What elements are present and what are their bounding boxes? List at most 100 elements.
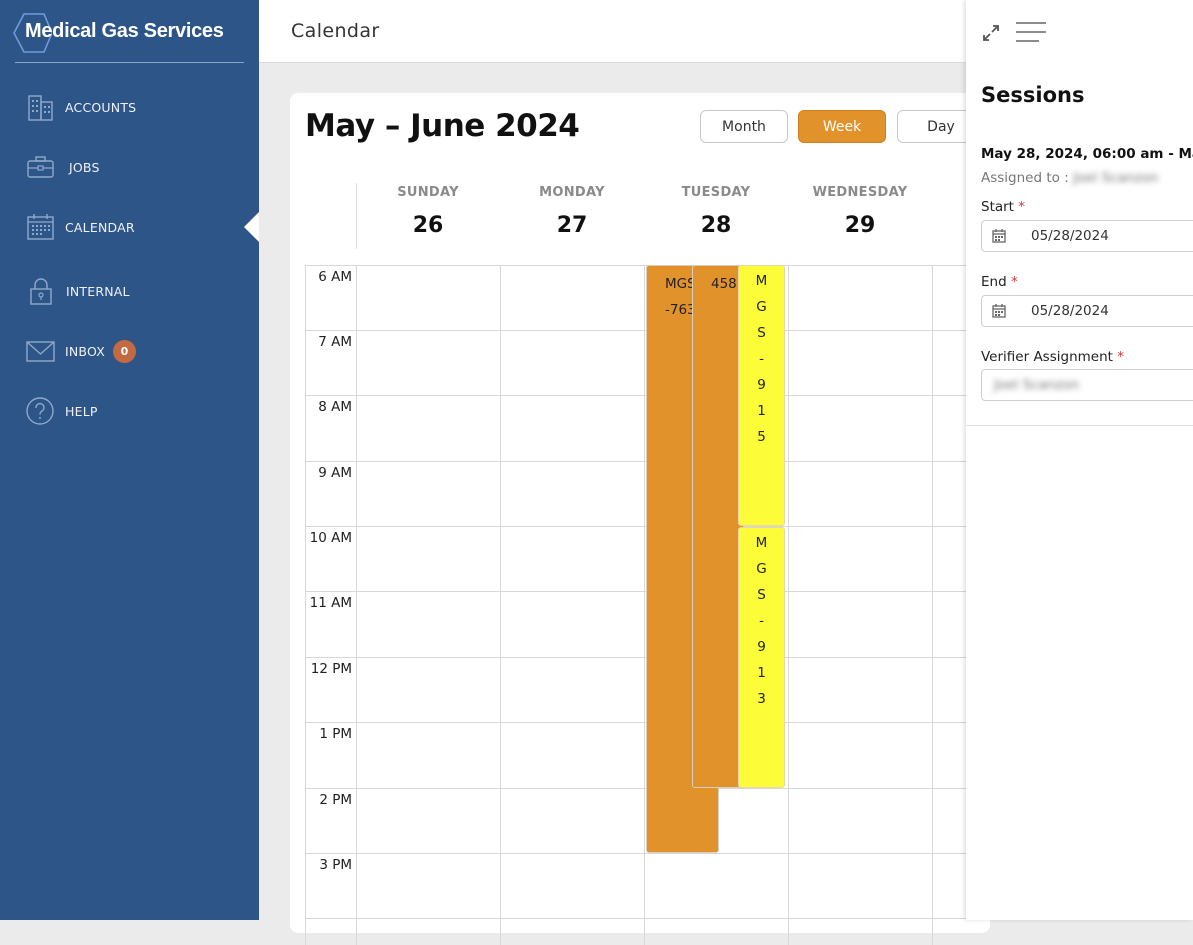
event-label-line: M [755, 535, 768, 551]
sidebar-item-calendar[interactable]: CALENDAR [0, 205, 259, 249]
sidebar-item-help[interactable]: HELP [0, 389, 259, 433]
lock-icon [30, 278, 52, 305]
sidebar-item-internal[interactable]: INTERNAL [0, 269, 259, 313]
time-label: 6 AM [318, 269, 352, 285]
sidebar-item-label: HELP [65, 403, 98, 419]
collapse-icon[interactable] [981, 23, 1001, 43]
start-label: Start * [981, 199, 1025, 215]
event-label-line: G [756, 561, 767, 577]
day-name: MONDAY [539, 185, 605, 200]
calendar-icon [992, 304, 1006, 318]
brand-divider [15, 62, 244, 63]
event-label-line: 9 [757, 639, 766, 655]
day-header-tuesday[interactable]: TUESDAY 28 [644, 185, 788, 238]
event-label-line: - [759, 351, 764, 367]
envelope-icon [26, 341, 55, 362]
event-label-line: - [759, 613, 764, 629]
sidebar-item-jobs[interactable]: JOBS [0, 145, 259, 189]
time-label: 2 PM [319, 792, 352, 808]
calendar-range-title: May – June 2024 [305, 108, 580, 144]
calendar-event[interactable]: M G S - 9 1 3 [738, 527, 785, 788]
brand-logo[interactable]: Medical Gas Services [12, 10, 242, 54]
sessions-panel: Sessions May 28, 2024, 06:00 am - May As… [966, 0, 1193, 920]
inbox-count-badge: 0 [113, 340, 136, 363]
briefcase-icon [27, 156, 54, 178]
day-name: TUESDAY [681, 185, 751, 200]
page-title: Calendar [291, 20, 380, 42]
day-number: 28 [700, 213, 732, 238]
month-view-button[interactable]: Month [700, 110, 788, 143]
time-label: 3 PM [319, 857, 352, 873]
event-label-line: M [755, 273, 768, 289]
day-header-monday[interactable]: MONDAY 27 [500, 185, 644, 238]
sidebar-item-label: INTERNAL [66, 283, 130, 299]
sidebar-item-label: INBOX [65, 343, 105, 359]
start-date-value: 05/28/2024 [1031, 228, 1109, 244]
day-number: 27 [556, 213, 588, 238]
end-label: End * [981, 274, 1018, 290]
grid-column-line [500, 265, 501, 945]
panel-toolbar [966, 0, 1193, 62]
time-label: 7 AM [318, 334, 352, 350]
time-label: 12 PM [310, 661, 352, 677]
calendar-card: May – June 2024 Month Week Day SUNDAY 26… [290, 93, 1005, 945]
start-label-text: Start [981, 199, 1014, 215]
page-header: Calendar [259, 0, 966, 63]
day-number: 26 [412, 213, 444, 238]
end-date-value: 05/28/2024 [1031, 303, 1109, 319]
time-label: 9 AM [318, 465, 352, 481]
verifier-label: Verifier Assignment * [981, 349, 1124, 365]
required-marker: * [1018, 199, 1026, 215]
calendar-event[interactable]: 458 [692, 265, 744, 788]
time-label: 1 PM [319, 726, 352, 742]
session-date-range: May 28, 2024, 06:00 am - May [981, 146, 1193, 162]
required-marker: * [1117, 349, 1124, 365]
verifier-label-text: Verifier Assignment [981, 349, 1113, 365]
sidebar-item-accounts[interactable]: ACCOUNTS [0, 85, 259, 129]
active-nav-pointer [244, 212, 259, 242]
assigned-label: Assigned to : [981, 170, 1069, 186]
question-circle-icon [26, 397, 54, 425]
time-label: 11 AM [309, 595, 352, 611]
verifier-value: Joel Scanzon [994, 377, 1080, 393]
grid-column-line [788, 265, 789, 945]
week-time-grid: 6 AM 7 AM 8 AM 9 AM 10 AM 11 AM 12 PM 1 … [305, 265, 1005, 945]
grid-column-line [356, 265, 357, 945]
day-header-sunday[interactable]: SUNDAY 26 [356, 185, 500, 238]
sidebar: Medical Gas Services ACCOUNTS JOBS CALEN… [0, 0, 259, 920]
panel-title: Sessions [981, 83, 1085, 107]
event-label-line: S [757, 587, 766, 603]
week-view-button[interactable]: Week [798, 110, 886, 143]
day-header-wednesday[interactable]: WEDNESDAY 29 [788, 185, 932, 238]
sidebar-item-label: JOBS [69, 159, 100, 175]
end-label-text: End [981, 274, 1007, 290]
verifier-select[interactable]: Joel Scanzon [981, 369, 1193, 401]
grid-column-line [644, 265, 645, 945]
event-label-line: 3 [757, 691, 766, 707]
sidebar-item-label: CALENDAR [65, 219, 135, 235]
event-label-line: 5 [757, 429, 766, 445]
grid-line [305, 918, 1005, 919]
calendar-icon [992, 229, 1006, 243]
grid-column-line [932, 265, 933, 945]
time-label: 8 AM [318, 399, 352, 415]
event-label-line: 1 [757, 403, 766, 419]
menu-icon[interactable] [1015, 21, 1047, 43]
end-date-field[interactable]: 05/28/2024 [981, 295, 1193, 327]
assigned-value: Joel Scanzon [1073, 170, 1159, 186]
event-label-line: G [756, 299, 767, 315]
building-icon [28, 95, 53, 121]
day-number: 29 [844, 213, 876, 238]
calendar-icon [27, 214, 54, 240]
day-name: SUNDAY [397, 185, 459, 200]
sidebar-item-inbox[interactable]: INBOX 0 [0, 329, 259, 373]
panel-divider [966, 425, 1193, 426]
sidebar-item-label: ACCOUNTS [65, 99, 137, 115]
event-label-line: 1 [757, 665, 766, 681]
calendar-event[interactable]: M G S - 9 1 5 [738, 265, 785, 526]
start-date-field[interactable]: 05/28/2024 [981, 220, 1193, 252]
day-name: WEDNESDAY [812, 185, 908, 200]
event-label-line: S [757, 325, 766, 341]
event-label-line: 9 [757, 377, 766, 393]
assigned-to: Assigned to : Joel Scanzon [981, 170, 1158, 186]
